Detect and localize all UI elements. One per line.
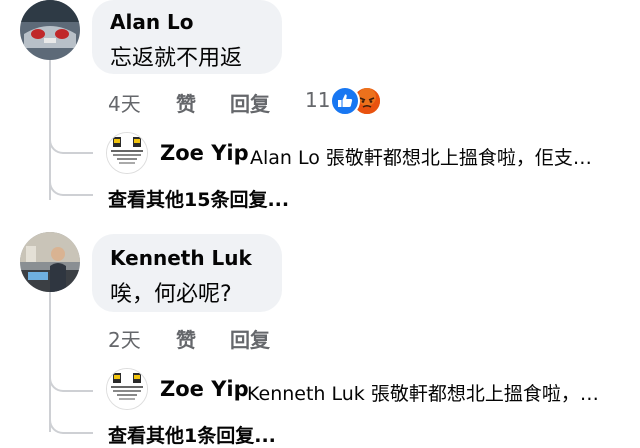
- comment-time[interactable]: 2天: [108, 324, 141, 353]
- avatar-zoe-yip[interactable]: [106, 132, 148, 174]
- comment-text: 忘返就不用返: [110, 46, 243, 71]
- thread-connector: [49, 130, 93, 154]
- reply-button[interactable]: 回复: [230, 88, 270, 117]
- like-button[interactable]: 赞: [176, 324, 196, 353]
- comment-author[interactable]: Kenneth Luk: [110, 246, 252, 270]
- reaction-count[interactable]: 11: [305, 88, 330, 112]
- comment-time[interactable]: 4天: [108, 88, 141, 117]
- comment-bubble: Alan Lo 忘返就不用返: [92, 0, 282, 74]
- comment-author[interactable]: Alan Lo: [110, 10, 194, 34]
- thread-connector: [49, 172, 93, 196]
- view-more-replies[interactable]: 查看其他15条回复...: [108, 185, 289, 212]
- reply-text[interactable]: Alan Lo 張敬軒都想北上搵食啦，佢支…: [250, 143, 592, 170]
- reply-author[interactable]: Zoe Yip: [160, 377, 249, 401]
- avatar-zoe-yip[interactable]: [106, 368, 148, 410]
- comment-bubble: Kenneth Luk 唉，何必呢?: [92, 234, 282, 312]
- reply-text[interactable]: Kenneth Luk 張敬軒都想北上搵食啦，…: [247, 379, 599, 406]
- reply-author[interactable]: Zoe Yip: [160, 141, 249, 165]
- comment-text: 唉，何必呢?: [110, 282, 232, 307]
- thread-connector: [49, 368, 93, 392]
- avatar-kenneth-luk[interactable]: [20, 232, 80, 292]
- avatar-alan-lo[interactable]: [20, 0, 80, 60]
- thread-connector: [49, 410, 93, 434]
- view-more-replies[interactable]: 查看其他1条回复...: [108, 421, 276, 448]
- like-button[interactable]: 赞: [176, 88, 196, 117]
- reply-button[interactable]: 回复: [230, 324, 270, 353]
- like-reaction-icon: [330, 86, 360, 116]
